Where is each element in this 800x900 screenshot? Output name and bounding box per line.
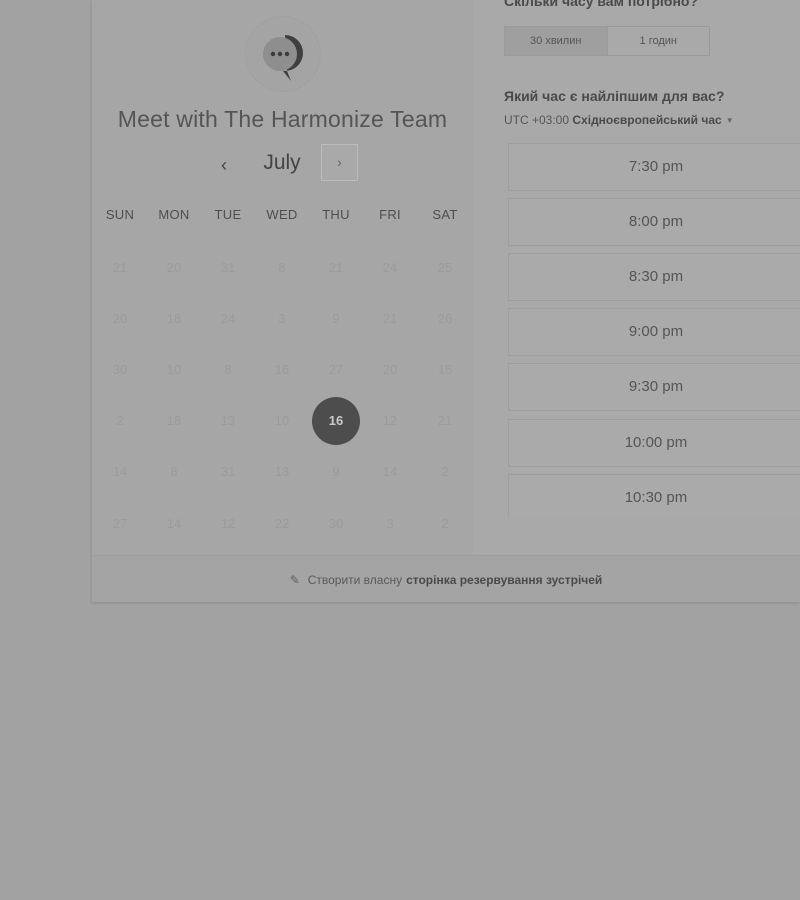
time-slot[interactable]: 10:00 pm [508, 419, 800, 467]
calendar-day[interactable]: 13 [208, 411, 248, 431]
calendar-day[interactable]: 16 [262, 360, 302, 380]
time-slot-label: 10:30 pm [624, 489, 688, 506]
time-slot[interactable]: 7:30 pm [508, 143, 800, 191]
calendar-day[interactable]: 24 [208, 309, 248, 329]
calendar-day[interactable]: 18 [154, 309, 194, 329]
calendar-day[interactable]: 8 [208, 360, 248, 380]
month-label: July [263, 151, 301, 174]
timezone-name: Східноєвропейський час [572, 113, 722, 127]
weekday-header: SUN MON TUE WED THU FRI SAT [92, 207, 473, 225]
weekday-fri: FRI [379, 207, 401, 222]
calendar-day[interactable]: 20 [100, 309, 140, 329]
calendar-day[interactable]: 9 [316, 309, 356, 329]
caret-down-icon: ▼ [725, 116, 734, 126]
calendar-day[interactable]: 31 [208, 258, 248, 278]
footer-link[interactable]: сторінка резервування зустрічей [406, 573, 602, 587]
calendar-day[interactable]: 30 [100, 360, 140, 380]
sparkle-icon: ✎ [289, 572, 300, 587]
calendar-day[interactable]: 2 [100, 411, 140, 431]
footer-bar: ✎ Створити власну сторінка резервування … [92, 555, 800, 602]
calendar-day[interactable]: 20 [370, 360, 410, 380]
calendar-day[interactable]: 9 [316, 462, 356, 482]
calendar-day[interactable]: 10 [262, 411, 302, 431]
calendar-day[interactable]: 21 [316, 258, 356, 278]
time-slot-list[interactable]: 7:30 pm 8:00 pm 8:30 pm 9:00 pm 9:30 pm … [508, 143, 800, 517]
time-slot-label: 8:30 pm [628, 268, 684, 285]
calendar-day[interactable]: 20 [154, 258, 194, 278]
month-navigation: ‹ July › [92, 144, 473, 184]
calendar-day[interactable]: 14 [370, 462, 410, 482]
calendar-day[interactable]: 31 [208, 462, 248, 482]
time-slot[interactable]: 8:00 pm [508, 198, 800, 246]
calendar-day[interactable]: 26 [425, 309, 465, 329]
calendar-day[interactable]: 21 [100, 258, 140, 278]
timezone-select[interactable]: UTC +03:00 Східноєвропейський час ▼ [504, 113, 734, 127]
calendar-day[interactable]: 2 [425, 462, 465, 482]
calendar-day[interactable]: 27 [100, 514, 140, 534]
calendar-day[interactable]: 21 [370, 309, 410, 329]
calendar-day[interactable]: 22 [262, 514, 302, 534]
calendar-day[interactable]: 8 [262, 258, 302, 278]
weekday-tue: TUE [214, 207, 242, 222]
time-slot[interactable]: 10:30 pm [508, 474, 800, 517]
weekday-wed: WED [266, 207, 298, 222]
time-slot[interactable]: 8:30 pm [508, 253, 800, 301]
calendar-day[interactable]: 12 [208, 514, 248, 534]
calendar-day[interactable]: 15 [425, 360, 465, 380]
weekday-mon: MON [158, 207, 190, 222]
prev-month-button[interactable]: ‹ [213, 152, 235, 178]
timezone-offset: UTC +03:00 [504, 113, 570, 127]
calendar-day[interactable]: 3 [262, 309, 302, 329]
calendar-day[interactable]: 10 [154, 360, 194, 380]
time-slot-label: 9:30 pm [628, 378, 684, 395]
time-slot[interactable]: 9:30 pm [508, 363, 800, 411]
calendar-day[interactable]: 14 [154, 514, 194, 534]
weekday-sat: SAT [432, 207, 458, 222]
calendar-day[interactable]: 27 [316, 360, 356, 380]
calendar-day[interactable]: 8 [154, 462, 194, 482]
calendar-day[interactable]: 21 [425, 411, 465, 431]
weekday-thu: THU [322, 207, 350, 222]
time-slot-label: 7:30 pm [628, 158, 684, 175]
calendar-day[interactable]: 18 [154, 411, 194, 431]
time-slot-label: 8:00 pm [628, 213, 684, 230]
booking-card: Meet with The Harmonize Team ‹ July › SU… [92, 0, 800, 602]
time-slot-label: 10:00 pm [624, 434, 688, 451]
time-slot-label: 9:00 pm [628, 323, 684, 340]
time-panel: Скільки часу вам потрібно? 30 хвилин 1 г… [473, 0, 800, 555]
calendar-day[interactable]: 25 [425, 258, 465, 278]
calendar-day[interactable]: 2 [425, 514, 465, 534]
calendar-day[interactable]: 14 [100, 462, 140, 482]
weekday-sun: SUN [105, 207, 135, 222]
duration-option-1hour[interactable]: 1 годин [608, 27, 710, 55]
next-month-button[interactable]: › [321, 144, 358, 181]
time-slot[interactable]: 9:00 pm [508, 308, 800, 356]
duration-option-30min[interactable]: 30 хвилин [505, 27, 608, 55]
duration-toggle: 30 хвилин 1 годин [504, 26, 710, 56]
calendar-panel: Meet with The Harmonize Team ‹ July › SU… [92, 0, 473, 555]
calendar-day[interactable]: 24 [370, 258, 410, 278]
calendar-day[interactable]: 30 [316, 514, 356, 534]
duration-question: Скільки часу вам потрібно? [504, 0, 699, 9]
calendar-day[interactable]: 12 [370, 411, 410, 431]
calendar-day[interactable]: 3 [370, 514, 410, 534]
team-title: Meet with The Harmonize Team [117, 106, 448, 132]
time-question: Який час є найліпшим для вас? [504, 88, 725, 104]
footer-prefix: Створити власну [307, 572, 403, 587]
team-avatar [245, 16, 321, 92]
calendar-day[interactable]: 13 [262, 462, 302, 482]
chat-bubble-icon [263, 35, 303, 81]
calendar-day-selected[interactable]: 16 [312, 397, 360, 445]
